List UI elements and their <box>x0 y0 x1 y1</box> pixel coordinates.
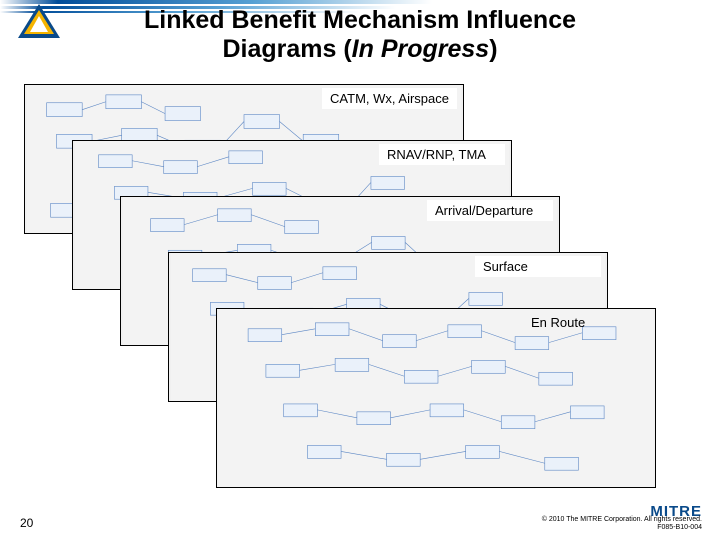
panel-label: Arrival/Departure <box>427 200 553 221</box>
diagram-panel: En Route <box>216 308 656 488</box>
panel-label: RNAV/RNP, TMA <box>379 144 505 165</box>
page-number: 20 <box>20 516 33 530</box>
copyright: © 2010 The MITRE Corporation. All rights… <box>542 516 702 532</box>
copyright-line2: F085-B10-004 <box>657 524 702 531</box>
title-line2-a: Diagrams ( <box>222 35 351 63</box>
diagram-stack: CATM, Wx, Airspace <box>24 84 696 488</box>
page-title: Linked Benefit Mechanism Influence Diagr… <box>0 6 720 64</box>
diagram-thumbnail <box>217 309 655 487</box>
title-line2-italic: In Progress <box>352 35 490 63</box>
panel-label: Surface <box>475 256 601 277</box>
panel-label: En Route <box>523 312 649 333</box>
slide: Linked Benefit Mechanism Influence Diagr… <box>0 0 720 540</box>
accent-line <box>0 0 720 4</box>
title-line1: Linked Benefit Mechanism Influence <box>144 6 576 34</box>
copyright-line1: © 2010 The MITRE Corporation. All rights… <box>542 516 702 523</box>
panel-label: CATM, Wx, Airspace <box>322 88 457 109</box>
title-line2-b: ) <box>489 35 497 63</box>
